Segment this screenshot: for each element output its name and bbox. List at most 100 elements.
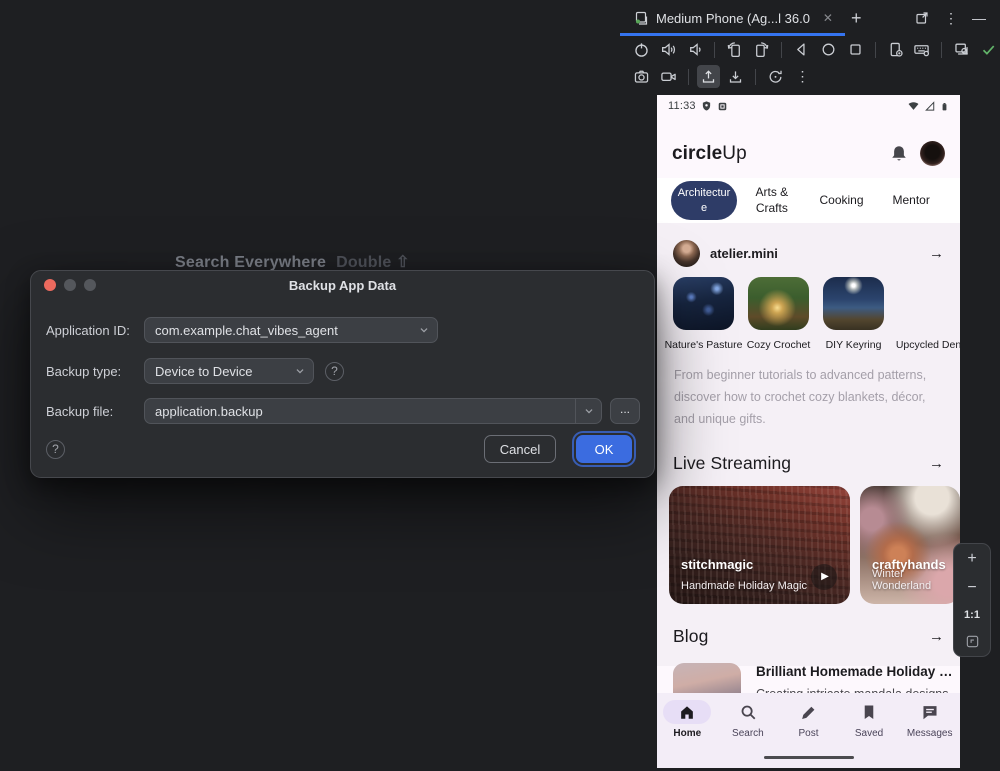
new-tab-icon[interactable]: +	[843, 1, 870, 35]
header-actions	[889, 141, 945, 166]
tab-label: Cooking	[819, 193, 863, 207]
hide-tool-window-icon[interactable]: —	[972, 10, 986, 26]
screenshot-compare-button[interactable]	[950, 38, 973, 61]
emulator-tab-bar: Medium Phone (Ag...l 36.0 ✕ + ⋮ —	[620, 0, 1000, 36]
backup-app-data-dialog: Backup App Data Application ID: com.exam…	[30, 270, 655, 478]
toolbar-more-icon[interactable]: ⋮	[791, 65, 814, 88]
actual-size-button[interactable]: 1:1	[964, 609, 980, 621]
messages-icon	[906, 700, 954, 724]
stream-username: stitchmagic	[681, 557, 753, 572]
tool-window-controls: ⋮ —	[914, 10, 1000, 27]
creator-row[interactable]: atelier.mini →	[657, 223, 960, 277]
android-home-button[interactable]	[817, 38, 840, 61]
backup-file-history-chevron[interactable]	[575, 399, 601, 423]
close-window-button[interactable]	[44, 279, 56, 291]
search-icon	[724, 700, 772, 724]
notification-square-icon	[717, 101, 728, 112]
backup-type-combobox[interactable]: Device to Device	[144, 358, 314, 384]
backup-type-help-icon[interactable]: ?	[325, 362, 344, 381]
gesture-handle[interactable]	[764, 756, 854, 759]
hardware-input-button[interactable]	[910, 38, 933, 61]
more-options-icon[interactable]: ⋮	[944, 10, 958, 27]
creator-item[interactable]: Nature's Pasture	[673, 277, 734, 351]
bottom-navigation: Home Search Post	[657, 693, 960, 748]
device-tab-title: Medium Phone (Ag...l 36.0	[656, 11, 810, 26]
close-tab-icon[interactable]: ✕	[823, 11, 833, 25]
nav-item-home[interactable]: Home	[657, 700, 718, 739]
device-screen[interactable]: 11:33	[657, 95, 960, 768]
play-icon[interactable]: ▶	[811, 564, 837, 590]
dialog-help-button[interactable]: ?	[46, 440, 65, 459]
item-image-cozy-crochet	[748, 277, 809, 330]
live-streams: stitchmagic Handmade Holiday Magic ▶ cra…	[657, 484, 960, 604]
notifications-bell-icon[interactable]	[889, 144, 909, 164]
dialog-title-bar[interactable]: Backup App Data	[31, 271, 654, 299]
creator-item[interactable]: DIY Keyring	[823, 277, 884, 351]
zoom-in-button[interactable]: +	[967, 551, 976, 567]
nav-item-search[interactable]: Search	[718, 700, 779, 739]
stream-card-stitchmagic[interactable]: stitchmagic Handmade Holiday Magic ▶	[669, 486, 850, 604]
arrow-right-icon[interactable]: →	[929, 455, 944, 472]
emulator-device-tab[interactable]: Medium Phone (Ag...l 36.0 ✕	[620, 0, 843, 36]
item-image-diy-keyring	[823, 277, 884, 330]
ok-button[interactable]: OK	[576, 435, 632, 463]
device-settings-button[interactable]	[884, 38, 907, 61]
browse-file-button[interactable]: ...	[610, 398, 640, 424]
screen-record-button[interactable]	[657, 65, 680, 88]
status-time: 11:33	[668, 100, 696, 112]
app-title-bold: circle	[672, 143, 722, 164]
nav-label: Home	[673, 728, 701, 739]
kebab-glyph: ⋮	[796, 68, 810, 85]
stream-card-craftyhands[interactable]: craftyhands Winter Wonderland	[860, 486, 960, 604]
device-health-check-icon[interactable]	[977, 38, 1000, 61]
stream-title: Winter Wonderland	[872, 568, 960, 592]
rotate-right-button[interactable]	[750, 38, 773, 61]
screenshot-camera-button[interactable]	[630, 65, 653, 88]
emulator-tool-window: Medium Phone (Ag...l 36.0 ✕ + ⋮ —	[620, 0, 1000, 771]
open-in-new-window-icon[interactable]	[914, 10, 930, 26]
app-title: circleUp	[672, 143, 747, 165]
tab-mentor[interactable]: Mentor	[876, 193, 946, 209]
profile-avatar[interactable]	[920, 141, 945, 166]
item-image-upcycled-den	[898, 277, 959, 330]
creator-description: From beginner tutorials to advanced patt…	[657, 351, 960, 431]
creator-item[interactable]: Upcycled Den	[898, 277, 959, 351]
backup-app-data-button[interactable]	[697, 65, 720, 88]
rotate-left-button[interactable]	[723, 38, 746, 61]
status-bar: 11:33	[657, 95, 960, 117]
tab-arts-crafts[interactable]: Arts & Crafts	[737, 185, 807, 216]
application-id-combobox[interactable]: com.example.chat_vibes_agent	[144, 317, 438, 343]
backup-file-field[interactable]: application.backup	[144, 398, 602, 424]
power-button[interactable]	[630, 38, 653, 61]
tab-architecture[interactable]: Architecture	[671, 181, 737, 220]
zoom-out-button[interactable]: −	[967, 580, 976, 596]
snapshot-reset-button[interactable]	[764, 65, 787, 88]
post-pencil-icon	[784, 700, 832, 724]
backup-type-label: Backup type:	[46, 364, 144, 379]
live-streaming-title: Live Streaming	[673, 453, 791, 474]
cancel-button[interactable]: Cancel	[484, 435, 556, 463]
restore-app-data-button[interactable]	[724, 65, 747, 88]
emulator-zoom-panel: + − 1:1	[953, 543, 991, 657]
arrow-right-icon[interactable]: →	[929, 245, 944, 262]
toolbar-separator	[781, 42, 782, 58]
tab-cooking[interactable]: Cooking	[807, 193, 877, 209]
backup-file-label: Backup file:	[46, 404, 144, 419]
android-overview-button[interactable]	[844, 38, 867, 61]
arrow-right-icon[interactable]: →	[929, 628, 944, 645]
volume-up-button[interactable]	[657, 38, 680, 61]
search-everywhere-shortcut: Double ⇧	[336, 254, 410, 271]
zoom-to-fit-icon[interactable]	[965, 634, 980, 649]
blog-post-title: Brilliant Homemade Holiday …	[756, 664, 960, 679]
toolbar-separator	[688, 69, 689, 85]
category-tabs: Architecture Arts & Crafts Cooking Mento…	[657, 178, 960, 223]
toolbar-separator	[941, 42, 942, 58]
nav-item-post[interactable]: Post	[778, 700, 839, 739]
android-back-button[interactable]	[790, 38, 813, 61]
status-right-icons	[907, 100, 949, 113]
volume-down-button[interactable]	[684, 38, 707, 61]
nav-item-saved[interactable]: Saved	[839, 700, 900, 739]
creator-item[interactable]: Cozy Crochet	[748, 277, 809, 351]
tab-label: Mentor	[893, 193, 930, 207]
nav-item-messages[interactable]: Messages	[899, 700, 960, 739]
